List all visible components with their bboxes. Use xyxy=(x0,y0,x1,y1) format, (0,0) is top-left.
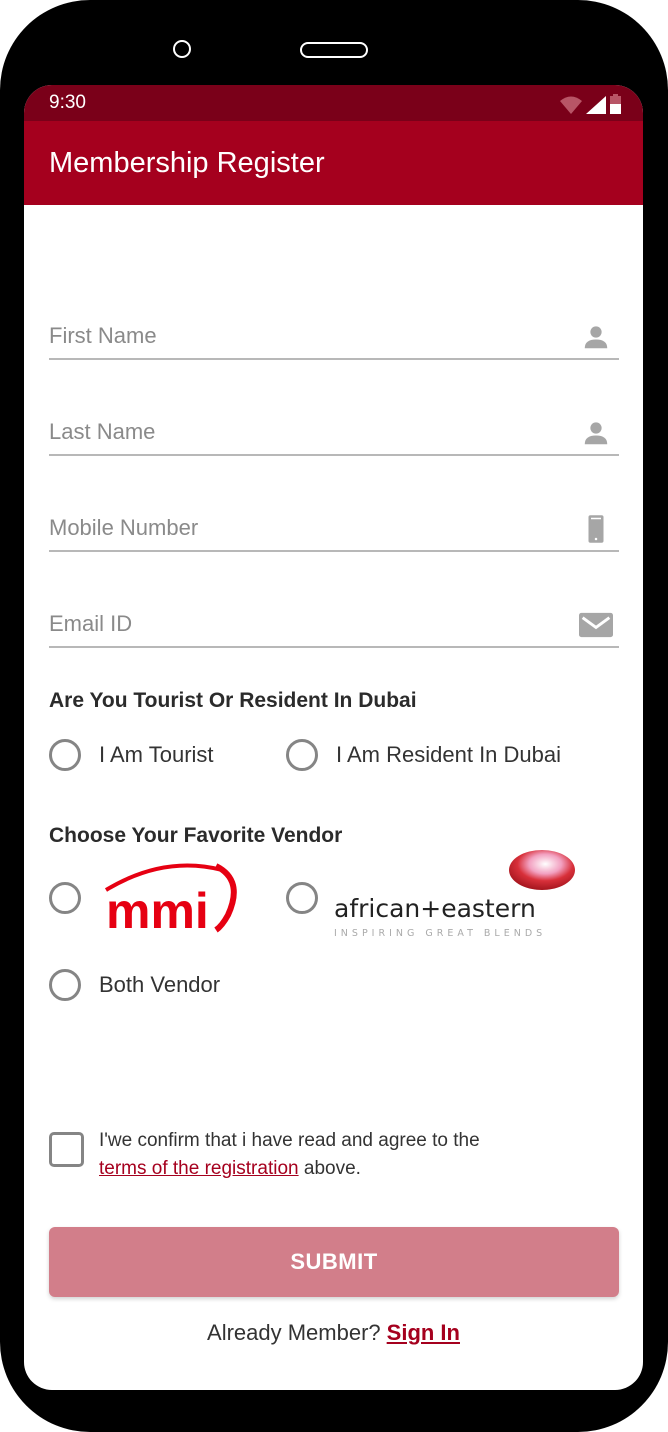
radio-vendor-mmi[interactable] xyxy=(49,882,81,914)
first-name-input[interactable] xyxy=(49,318,569,354)
status-icons xyxy=(560,94,621,114)
submit-button[interactable]: SUBMIT xyxy=(49,1227,619,1297)
battery-icon xyxy=(610,94,621,114)
radio-vendor-both[interactable]: Both Vendor xyxy=(49,969,220,1001)
status-bar: 9:30 xyxy=(24,85,643,121)
screen: 9:30 Membership Register First Name Last… xyxy=(24,85,643,1390)
radio-label: Both Vendor xyxy=(99,972,221,997)
terms-text-after: above. xyxy=(298,1158,361,1179)
mobile-number-input[interactable] xyxy=(49,510,569,546)
app-title: Membership Register xyxy=(49,147,325,179)
mmi-logo: mmi xyxy=(104,863,237,935)
vendor-question: Choose Your Favorite Vendor xyxy=(49,824,343,847)
mobile-number-field xyxy=(49,510,619,552)
signin-row: Already Member? Sign In xyxy=(24,1320,643,1346)
residency-question: Are You Tourist Or Resident In Dubai xyxy=(49,689,417,712)
email-id-field xyxy=(49,606,619,648)
african-eastern-logo: african+eastern INSPIRING GREAT BLENDS xyxy=(334,850,575,939)
radio-circle[interactable] xyxy=(49,969,81,1001)
radio-circle[interactable] xyxy=(49,882,81,914)
radio-circle[interactable] xyxy=(286,882,318,914)
app-bar: Membership Register xyxy=(24,121,643,205)
earpiece-speaker xyxy=(300,42,368,58)
status-time: 9:30 xyxy=(49,92,86,113)
mmi-logo-text: mmi xyxy=(106,883,209,935)
wifi-icon xyxy=(560,96,582,114)
front-camera xyxy=(173,40,191,58)
signin-prompt: Already Member? xyxy=(207,1320,381,1345)
radio-circle[interactable] xyxy=(286,739,318,771)
terms-text-before: I'we confirm that i have read and agree … xyxy=(99,1130,480,1151)
terms-text: I'we confirm that i have read and agree … xyxy=(99,1127,599,1183)
african-eastern-logo-text: african+eastern xyxy=(334,894,536,923)
radio-label: I Am Tourist xyxy=(99,742,214,767)
person-icon xyxy=(584,326,608,349)
sign-in-link[interactable]: Sign In xyxy=(387,1320,460,1345)
african-eastern-tagline: INSPIRING GREAT BLENDS xyxy=(334,928,546,939)
email-id-input[interactable] xyxy=(49,606,569,642)
radio-resident[interactable]: I Am Resident In Dubai xyxy=(286,739,561,771)
first-name-field xyxy=(49,318,619,360)
last-name-input[interactable] xyxy=(49,414,569,450)
radio-label: I Am Resident In Dubai xyxy=(336,742,562,767)
person-icon xyxy=(584,422,608,445)
radio-tourist[interactable]: I Am Tourist xyxy=(49,739,214,771)
phone-icon xyxy=(588,515,604,543)
email-icon xyxy=(579,612,613,638)
radio-vendor-african-eastern[interactable] xyxy=(286,882,318,914)
phone-frame: 9:30 Membership Register First Name Last… xyxy=(0,0,668,1432)
radio-circle[interactable] xyxy=(49,739,81,771)
terms-checkbox[interactable] xyxy=(49,1132,84,1167)
signal-icon xyxy=(586,96,606,114)
terms-link[interactable]: terms of the registration xyxy=(99,1158,299,1179)
last-name-field xyxy=(49,414,619,456)
